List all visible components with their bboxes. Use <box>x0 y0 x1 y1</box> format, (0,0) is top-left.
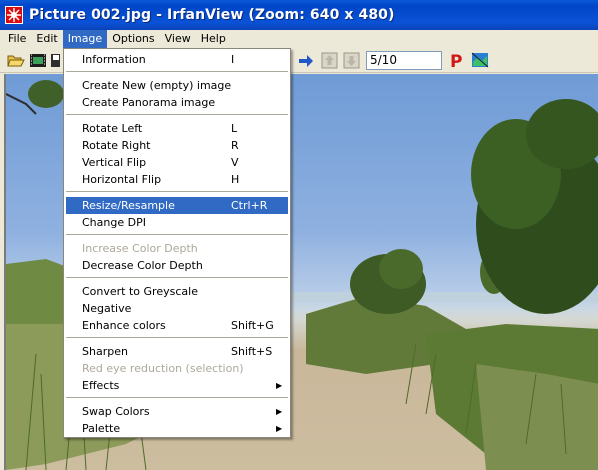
menu-item-label: Palette <box>82 422 121 435</box>
submenu-arrow-icon: ▶ <box>276 407 283 416</box>
menu-item-label: Convert to Greyscale <box>82 285 198 298</box>
menu-item-label: Negative <box>82 302 132 315</box>
page-indicator[interactable]: 5/10 <box>366 51 442 70</box>
menu-item-palette[interactable]: Palette ▶ <box>66 420 288 437</box>
menu-item-label: Enhance colors <box>82 319 166 332</box>
menu-item-label: Create New (empty) image <box>82 79 232 92</box>
menu-separator <box>66 71 288 72</box>
paint-p-icon[interactable]: P <box>446 51 466 72</box>
window-title: Picture 002.jpg - IrfanView (Zoom: 640 x… <box>29 7 395 23</box>
menu-item-effects[interactable]: Effects ▶ <box>66 377 288 394</box>
irfanview-app-icon[interactable] <box>5 6 23 24</box>
menu-item-horizontal-flip[interactable]: Horizontal Flip H <box>66 171 288 188</box>
menu-item-shortcut: Ctrl+R <box>231 199 268 212</box>
menu-item-shortcut: V <box>231 156 239 169</box>
menu-item-label: Change DPI <box>82 216 146 229</box>
menu-image[interactable]: Image <box>62 30 108 48</box>
menu-edit[interactable]: Edit <box>31 30 62 48</box>
save-icon[interactable] <box>50 51 60 70</box>
menu-item-negative[interactable]: Negative <box>66 300 288 317</box>
menu-separator <box>66 337 288 338</box>
menu-separator <box>66 114 288 115</box>
menu-bar: File Edit Image Options View Help <box>0 30 598 48</box>
menu-item-label: Rotate Left <box>82 122 143 135</box>
menu-item-shortcut: R <box>231 139 239 152</box>
menu-item-label: Swap Colors <box>82 405 150 418</box>
menu-item-create-new-image[interactable]: Create New (empty) image <box>66 77 288 94</box>
next-arrow-icon[interactable] <box>296 51 316 70</box>
menu-separator <box>66 277 288 278</box>
menu-item-label: Increase Color Depth <box>82 242 198 255</box>
menu-item-swap-colors[interactable]: Swap Colors ▶ <box>66 403 288 420</box>
menu-item-enhance-colors[interactable]: Enhance colors Shift+G <box>66 317 288 334</box>
menu-item-label: Effects <box>82 379 120 392</box>
menu-item-label: Vertical Flip <box>82 156 147 169</box>
menu-options[interactable]: Options <box>107 30 159 48</box>
menu-file[interactable]: File <box>0 30 31 48</box>
menu-item-increase-color-depth: Increase Color Depth <box>66 240 288 257</box>
menu-item-decrease-color-depth[interactable]: Decrease Color Depth <box>66 257 288 274</box>
menu-item-rotate-left[interactable]: Rotate Left L <box>66 120 288 137</box>
menu-item-change-dpi[interactable]: Change DPI <box>66 214 288 231</box>
menu-item-sharpen[interactable]: Sharpen Shift+S <box>66 343 288 360</box>
menu-item-resize-resample[interactable]: Resize/Resample Ctrl+R <box>66 197 288 214</box>
menu-item-vertical-flip[interactable]: Vertical Flip V <box>66 154 288 171</box>
move-up-icon[interactable] <box>320 51 340 70</box>
menu-item-label: Create Panorama image <box>82 96 216 109</box>
menu-help[interactable]: Help <box>196 30 231 48</box>
menu-view[interactable]: View <box>160 30 196 48</box>
menu-separator <box>66 191 288 192</box>
menu-item-information[interactable]: Information I <box>66 51 288 68</box>
menu-item-shortcut: H <box>231 173 240 186</box>
slideshow-film-icon[interactable] <box>28 51 48 70</box>
image-menu-dropdown: Information I Create New (empty) image C… <box>63 48 291 438</box>
menu-item-convert-greyscale[interactable]: Convert to Greyscale <box>66 283 288 300</box>
acquire-scan-icon[interactable] <box>470 51 490 70</box>
submenu-arrow-icon: ▶ <box>276 381 283 390</box>
submenu-arrow-icon: ▶ <box>276 424 283 433</box>
menu-item-label: Information <box>82 53 146 66</box>
menu-item-create-panorama[interactable]: Create Panorama image <box>66 94 288 111</box>
menu-item-red-eye-reduction: Red eye reduction (selection) <box>66 360 288 377</box>
menu-item-rotate-right[interactable]: Rotate Right R <box>66 137 288 154</box>
menu-item-shortcut: I <box>231 53 235 66</box>
menu-separator <box>66 234 288 235</box>
menu-item-shortcut: Shift+G <box>231 319 274 332</box>
svg-text:P: P <box>450 52 462 70</box>
menu-item-shortcut: L <box>231 122 238 135</box>
title-bar[interactable]: Picture 002.jpg - IrfanView (Zoom: 640 x… <box>0 0 598 30</box>
menu-item-label: Resize/Resample <box>82 199 175 212</box>
menu-item-label: Horizontal Flip <box>82 173 162 186</box>
menu-item-label: Decrease Color Depth <box>82 259 203 272</box>
menu-separator <box>66 397 288 398</box>
open-folder-icon[interactable] <box>6 51 26 70</box>
move-down-icon[interactable] <box>342 51 362 70</box>
menu-item-shortcut: Shift+S <box>231 345 273 358</box>
menu-item-label: Red eye reduction (selection) <box>82 362 244 375</box>
menu-item-label: Sharpen <box>82 345 128 358</box>
menu-item-label: Rotate Right <box>82 139 151 152</box>
